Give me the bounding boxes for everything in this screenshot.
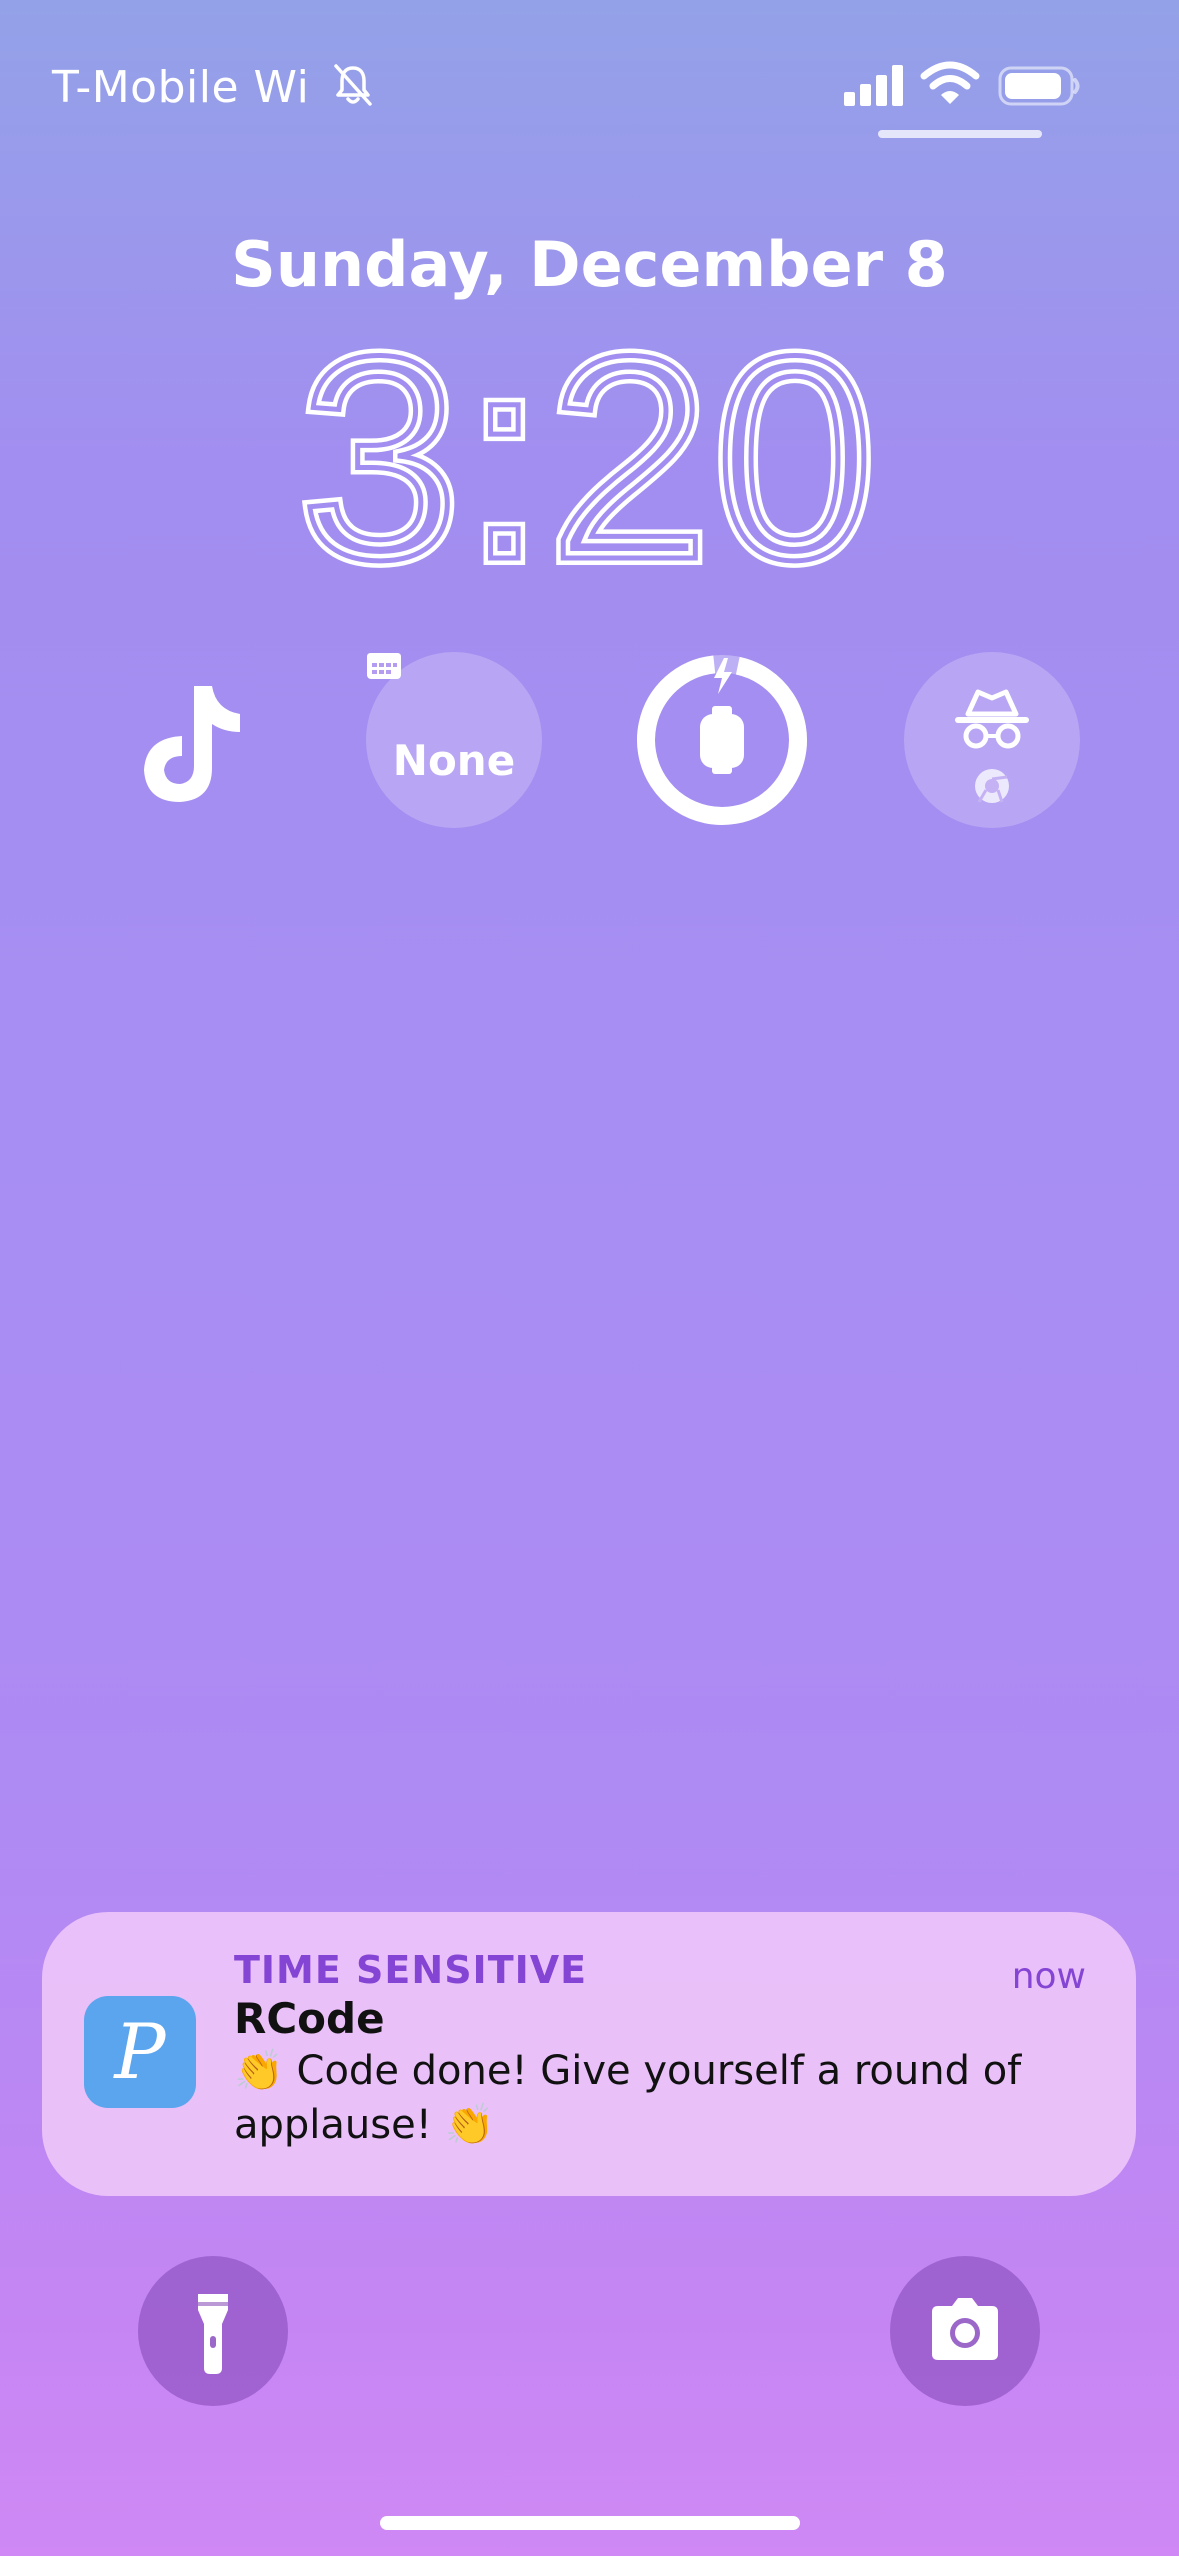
camera-icon bbox=[932, 2298, 998, 2360]
home-indicator[interactable] bbox=[380, 2516, 800, 2530]
tiktok-icon bbox=[144, 686, 240, 802]
incognito-icon bbox=[955, 689, 1029, 749]
lock-screen-date[interactable]: Sunday, December 8 bbox=[0, 228, 1179, 301]
calendar-icon bbox=[367, 653, 401, 679]
flashlight-icon bbox=[198, 2294, 228, 2374]
rcode-app-icon: P bbox=[84, 1996, 196, 2108]
notification-time: now bbox=[1011, 1956, 1086, 1997]
battery-icon bbox=[998, 66, 1080, 106]
chrome-icon bbox=[975, 769, 1009, 803]
bell-slash-icon bbox=[334, 64, 372, 106]
notification-category: TIME SENSITIVE bbox=[234, 1948, 588, 1992]
notification-body: 👏 Code done! Give yourself a round of ap… bbox=[234, 2048, 1022, 2148]
calendar-widget-value: None bbox=[392, 736, 516, 785]
control-center-grabber[interactable] bbox=[878, 130, 1042, 138]
lock-screen-clock[interactable]: 3:20 3:20 bbox=[0, 320, 1179, 590]
notification-app-name: RCode bbox=[234, 1994, 385, 2043]
wifi-icon bbox=[920, 61, 980, 104]
tiktok-widget[interactable] bbox=[100, 652, 276, 828]
watch-battery-widget[interactable] bbox=[634, 652, 810, 828]
carrier-label: T-Mobile Wi bbox=[52, 62, 310, 113]
camera-button[interactable] bbox=[890, 2256, 1040, 2406]
chrome-incognito-widget[interactable] bbox=[904, 652, 1080, 828]
cellular-signal-icon bbox=[844, 65, 903, 106]
watch-icon bbox=[700, 706, 744, 774]
calendar-widget[interactable]: None bbox=[366, 652, 542, 828]
flashlight-button[interactable] bbox=[138, 2256, 288, 2406]
status-bar: T-Mobile Wi bbox=[0, 0, 1179, 180]
clock-time-inline: 3:20 bbox=[299, 320, 879, 590]
notification-card[interactable]: P TIME SENSITIVE now RCode 👏 Code done! … bbox=[42, 1912, 1136, 2196]
app-icon-glyph: P bbox=[114, 2007, 166, 2096]
watch-battery-ring bbox=[637, 655, 807, 825]
